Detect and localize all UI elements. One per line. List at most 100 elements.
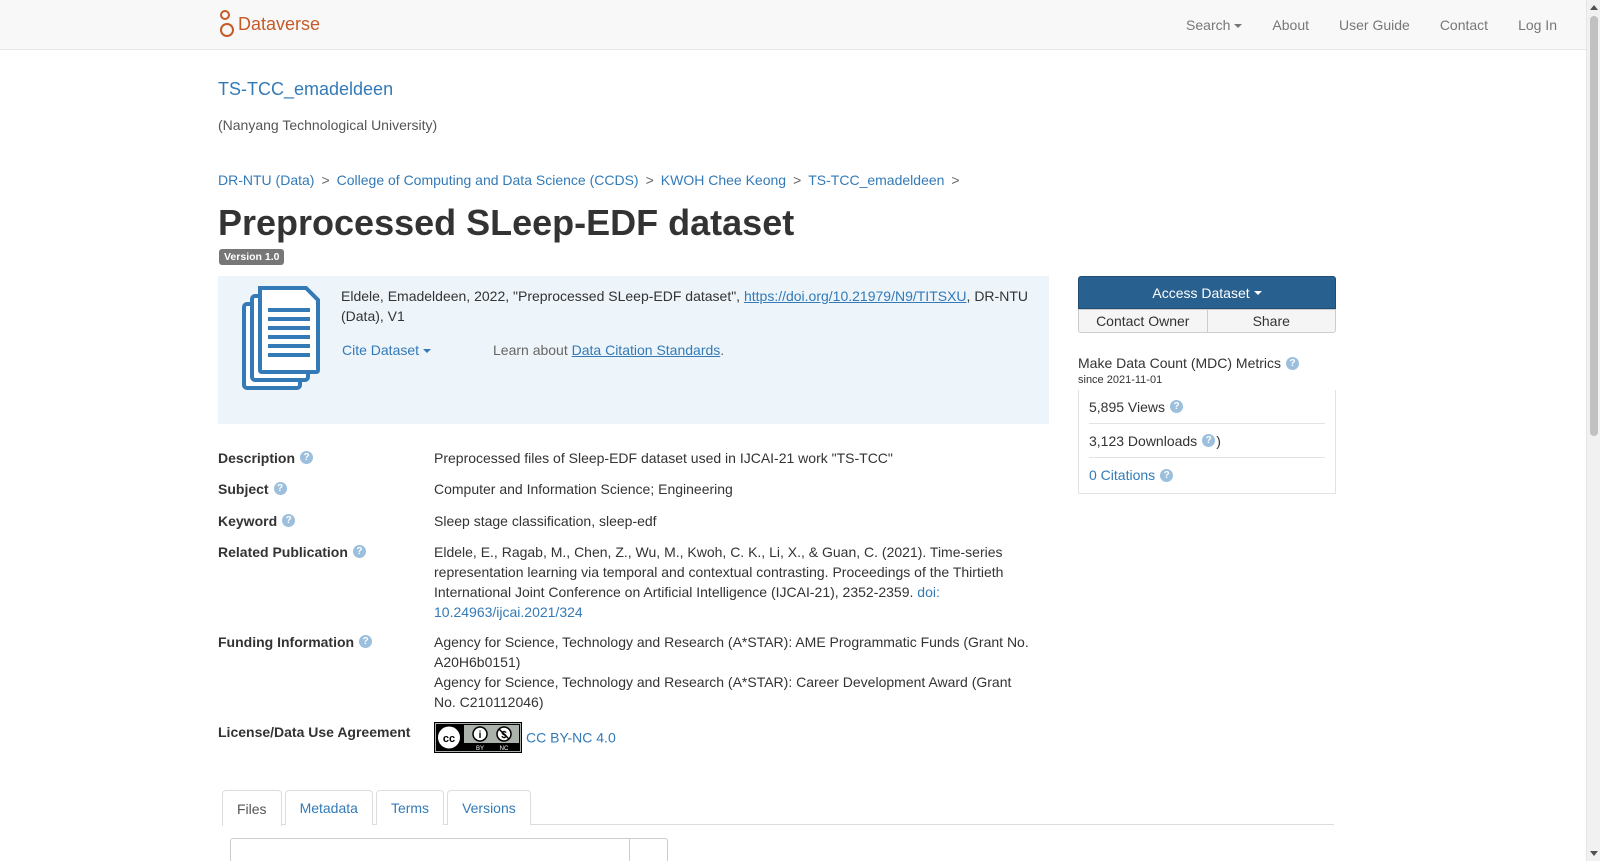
nav-about[interactable]: About: [1257, 17, 1324, 33]
help-icon[interactable]: ?: [282, 514, 296, 527]
share-button[interactable]: Share: [1206, 309, 1336, 333]
dataverse-title-link[interactable]: TS-TCC_emadeldeen: [218, 79, 393, 100]
cite-dataset-button[interactable]: Cite Dataset: [342, 342, 432, 358]
nav-user-guide[interactable]: User Guide: [1324, 17, 1425, 33]
breadcrumb-separator: >: [321, 172, 330, 188]
breadcrumb-item-kwoh[interactable]: KWOH Chee Keong: [661, 172, 786, 188]
funding-item: Agency for Science, Technology and Resea…: [434, 674, 1012, 710]
learn-prefix: Learn about: [493, 342, 572, 358]
citations-link[interactable]: 0 Citations: [1089, 467, 1155, 483]
description-label: Description?: [218, 448, 434, 468]
svg-text:cc: cc: [443, 733, 455, 745]
cite-dataset-label: Cite Dataset: [342, 342, 420, 358]
owner-share-buttons: Contact Owner Share: [1078, 309, 1336, 333]
breadcrumb-item-ccds[interactable]: College of Computing and Data Science (C…: [337, 172, 639, 188]
metric-citations: 0 Citations?: [1089, 458, 1325, 492]
metrics-panel: 5,895 Views? 3,123 Downloads?) 0 Citatio…: [1078, 390, 1336, 494]
downloads-close-paren: ): [1216, 432, 1221, 449]
cc-badge-by-text: BY: [476, 746, 484, 752]
meta-row-related-publication: Related Publication? Eldele, E., Ragab, …: [218, 542, 1038, 622]
dataset-document-icon: [242, 286, 320, 390]
breadcrumb: DR-NTU (Data) > College of Computing and…: [218, 172, 967, 188]
learn-suffix: .: [720, 342, 725, 358]
version-badge: Version 1.0: [219, 249, 285, 265]
citation-text: Eldele, Emadeldeen, 2022, "Preprocessed …: [341, 286, 1031, 326]
description-value: Preprocessed files of Sleep-EDF dataset …: [434, 450, 893, 466]
funding-label: Funding Information?: [218, 632, 434, 712]
access-dataset-label: Access Dataset: [1152, 284, 1250, 301]
svg-text:i: i: [479, 730, 482, 741]
nav-contact[interactable]: Contact: [1425, 17, 1503, 33]
contact-owner-button[interactable]: Contact Owner: [1078, 309, 1207, 333]
learn-about-text: Learn about Data Citation Standards.: [493, 342, 724, 358]
description-label-text: Description: [218, 450, 296, 466]
citation-prefix: Eldele, Emadeldeen, 2022, "Preprocessed …: [341, 288, 744, 304]
dataverse-affiliation: (Nanyang Technological University): [218, 117, 438, 133]
citation-doi-link[interactable]: https://doi.org/10.21979/N9/TITSXU: [744, 288, 967, 304]
keyword-label: Keyword?: [218, 511, 434, 531]
license-link[interactable]: CC BY-NC 4.0: [526, 730, 616, 746]
downloads-count: 3,123 Downloads: [1089, 432, 1198, 449]
help-icon[interactable]: ?: [273, 482, 287, 495]
related-publication-label: Related Publication?: [218, 542, 434, 622]
caret-down-icon: [1253, 290, 1262, 295]
breadcrumb-item-dr-ntu[interactable]: DR-NTU (Data): [218, 172, 314, 188]
related-publication-value: Eldele, E., Ragab, M., Chen, Z., Wu, M.,…: [434, 542, 1034, 622]
mdc-metrics-title: Make Data Count (MDC) Metrics?: [1078, 355, 1300, 371]
help-icon[interactable]: ?: [300, 451, 314, 464]
nav-login[interactable]: Log In: [1503, 17, 1572, 33]
dataset-title: Preprocessed SLeep-EDF dataset: [218, 202, 795, 243]
help-icon[interactable]: ?: [1170, 400, 1184, 413]
cc-badge-nc-text: NC: [500, 746, 509, 752]
caret-down-icon: [423, 349, 432, 354]
tab-terms[interactable]: Terms: [375, 790, 445, 825]
meta-row-license: License/Data Use Agreement cc i $ BY NC …: [218, 722, 1038, 753]
tab-files[interactable]: Files: [222, 790, 282, 826]
nav-menu: Search About User Guide Contact Log In: [1171, 0, 1572, 50]
breadcrumb-separator: >: [645, 172, 654, 188]
citation-box: Eldele, Emadeldeen, 2022, "Preprocessed …: [218, 276, 1049, 424]
views-count: 5,895 Views: [1089, 398, 1166, 415]
metric-views: 5,895 Views?: [1089, 390, 1325, 424]
breadcrumb-separator: >: [793, 172, 802, 188]
top-navbar: Dataverse Search About User Guide Contac…: [0, 0, 1586, 50]
scroll-up-arrow-icon[interactable]: [1590, 5, 1598, 10]
funding-value: Agency for Science, Technology and Resea…: [434, 632, 1034, 712]
help-icon[interactable]: ?: [1202, 434, 1216, 447]
help-icon[interactable]: ?: [1286, 356, 1300, 370]
brand-name: Dataverse: [238, 13, 321, 34]
caret-down-icon: [1234, 24, 1243, 29]
data-citation-standards-link[interactable]: Data Citation Standards: [572, 342, 721, 358]
license-label: License/Data Use Agreement: [218, 724, 411, 740]
funding-item: Agency for Science, Technology and Resea…: [434, 634, 1029, 670]
cc-by-nc-badge-icon[interactable]: cc i $ BY NC: [434, 722, 522, 753]
tab-versions[interactable]: Versions: [447, 790, 531, 825]
access-dataset-button[interactable]: Access Dataset: [1078, 276, 1336, 309]
mdc-metrics-label: Make Data Count (MDC) Metrics: [1078, 355, 1282, 371]
meta-row-keyword: Keyword? Sleep stage classification, sle…: [218, 511, 1038, 531]
meta-row-funding: Funding Information? Agency for Science,…: [218, 632, 1038, 712]
keyword-value: Sleep stage classification, sleep-edf: [434, 513, 657, 529]
license-value: cc i $ BY NC CC BY-NC 4.0: [434, 722, 1034, 753]
help-icon[interactable]: ?: [1160, 468, 1174, 482]
help-icon[interactable]: ?: [352, 545, 366, 558]
meta-row-subject: Subject? Computer and Information Scienc…: [218, 479, 1038, 499]
scroll-down-arrow-icon[interactable]: [1590, 851, 1598, 856]
tab-metadata[interactable]: Metadata: [284, 790, 373, 825]
keyword-label-text: Keyword: [218, 513, 278, 529]
nav-search-label: Search: [1186, 17, 1231, 33]
meta-row-description: Description? Preprocessed files of Sleep…: [218, 448, 1038, 468]
subject-label-text: Subject: [218, 481, 269, 497]
subject-label: Subject?: [218, 479, 434, 499]
brand-logo[interactable]: Dataverse: [218, 9, 320, 39]
nav-search-dropdown[interactable]: Search: [1171, 17, 1257, 33]
dataset-tabs: Files Metadata Terms Versions: [222, 790, 1334, 826]
breadcrumb-item-ts-tcc[interactable]: TS-TCC_emadeldeen: [808, 172, 944, 188]
related-label-text: Related Publication: [218, 544, 348, 560]
breadcrumb-separator: >: [951, 172, 960, 188]
page-scrollbar[interactable]: [1586, 0, 1600, 861]
dataverse-logo-icon: [220, 10, 234, 37]
file-search-input[interactable]: [230, 838, 668, 861]
scroll-thumb[interactable]: [1590, 16, 1598, 436]
help-icon[interactable]: ?: [359, 635, 373, 648]
